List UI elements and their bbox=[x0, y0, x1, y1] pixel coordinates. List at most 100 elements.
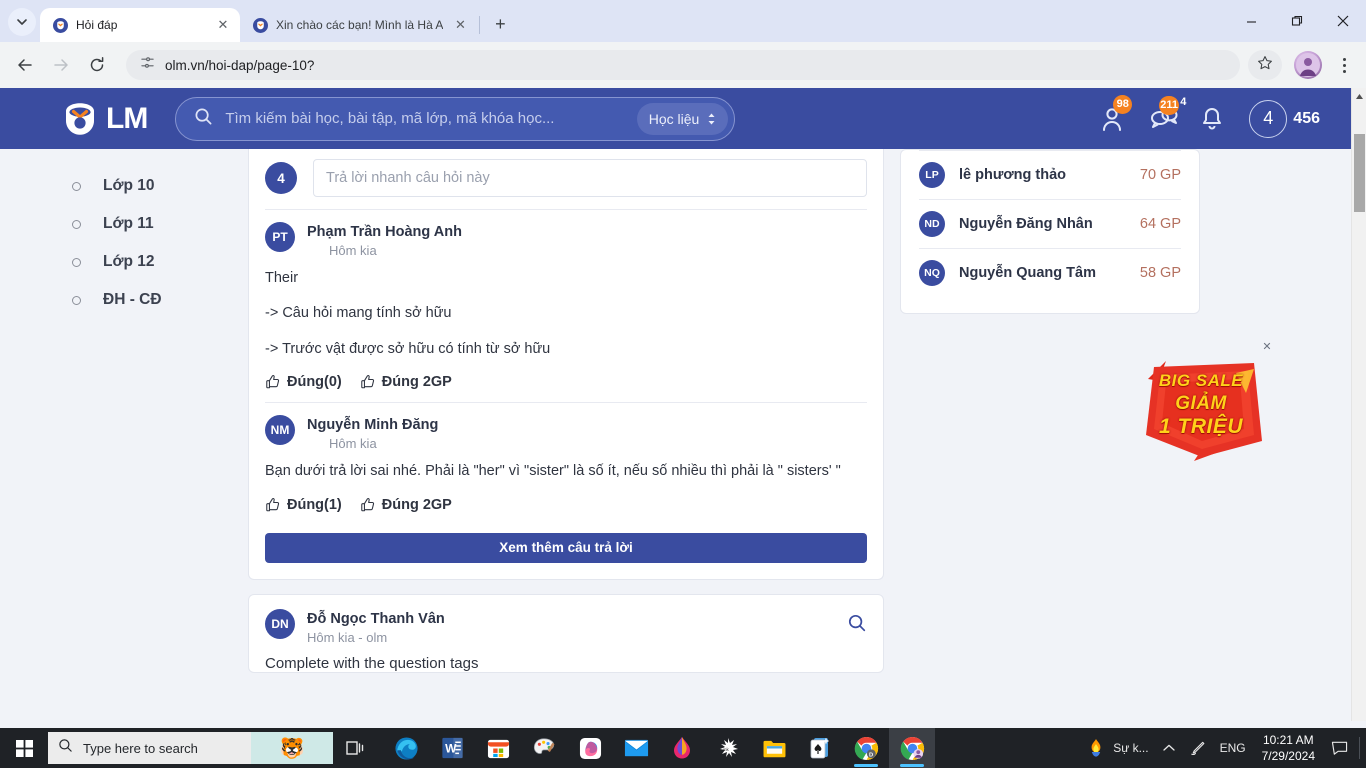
sidebar-item-label: Lớp 11 bbox=[103, 215, 154, 232]
answer-timestamp: Hôm kia bbox=[329, 243, 377, 258]
page-scrollbar[interactable] bbox=[1351, 88, 1366, 721]
profile-avatar[interactable] bbox=[1294, 51, 1322, 79]
avatar: LP bbox=[919, 162, 945, 188]
answer-actions: Đúng(1) Đúng 2GP bbox=[265, 483, 867, 519]
forward-icon[interactable] bbox=[44, 48, 78, 82]
answer-line: -> Câu hỏi mang tính sở hữu bbox=[265, 305, 452, 322]
site-settings-icon[interactable] bbox=[140, 55, 155, 75]
advertisement-banner[interactable]: ✕ BIG SALE GIẢM 1 TRIỆU bbox=[1136, 341, 1272, 464]
close-window-button[interactable] bbox=[1320, 0, 1366, 42]
ranking-row[interactable]: ND Nguyễn Đăng Nhân 64 GP bbox=[901, 200, 1199, 248]
taskbar-file-explorer-icon[interactable] bbox=[751, 728, 797, 768]
task-view-button[interactable] bbox=[333, 728, 379, 768]
minimize-button[interactable] bbox=[1228, 0, 1274, 42]
friends-button[interactable]: 98 bbox=[1101, 94, 1133, 133]
quick-answer-input[interactable]: Trả lời nhanh câu hỏi này bbox=[313, 159, 867, 197]
notification-icon bbox=[1331, 741, 1348, 755]
windows-taskbar: Type here to search 🐯 W ink D Sự k... EN… bbox=[0, 728, 1366, 768]
sidebar-item-lop-11[interactable]: Lớp 11 bbox=[0, 205, 248, 243]
ranking-name: lê phương thảo bbox=[959, 167, 1066, 183]
tab-search-button[interactable] bbox=[8, 8, 36, 36]
avatar[interactable]: DN bbox=[265, 608, 295, 639]
tab-title: Xin chào các bạn! Mình là Hà A bbox=[276, 18, 444, 32]
back-icon[interactable] bbox=[8, 48, 42, 82]
ad-line-3: 1 TRIỆU bbox=[1158, 415, 1243, 438]
search-input[interactable]: Tìm kiếm bài học, bài tập, mã lớp, mã kh… bbox=[225, 110, 624, 127]
clock-time: 10:21 AM bbox=[1262, 732, 1314, 747]
browser-tab-active[interactable]: Hỏi đáp ✕ bbox=[40, 8, 240, 42]
taskbar-microsoft-store-icon[interactable] bbox=[475, 728, 521, 768]
answer-author[interactable]: Phạm Trần Hoàng Anh bbox=[307, 224, 462, 240]
action-center-button[interactable] bbox=[1324, 728, 1355, 768]
address-bar[interactable]: olm.vn/hoi-dap/page-10? bbox=[126, 50, 1240, 80]
ranking-row[interactable]: LP lê phương thảo 70 GP bbox=[901, 151, 1199, 199]
vote-correct-button[interactable]: Đúng(1) bbox=[265, 497, 342, 513]
notifications-button[interactable] bbox=[1201, 106, 1223, 132]
olm-logo[interactable]: LM bbox=[60, 99, 148, 139]
clock[interactable]: 10:21 AM 7/29/2024 bbox=[1253, 728, 1324, 768]
close-icon[interactable]: ✕ bbox=[214, 16, 232, 34]
taskbar-photos-icon[interactable] bbox=[659, 728, 705, 768]
sidebar-item-lop-10[interactable]: Lớp 10 bbox=[0, 167, 248, 205]
question-search-button[interactable] bbox=[847, 613, 867, 638]
browser-tab-strip: Hỏi đáp ✕ Xin chào các bạn! Mình là Hà A… bbox=[0, 0, 1366, 42]
start-button[interactable] bbox=[0, 728, 48, 768]
close-icon[interactable]: ✕ bbox=[451, 16, 469, 34]
pen-tray-icon[interactable] bbox=[1182, 728, 1213, 768]
avatar[interactable]: PT bbox=[265, 222, 295, 252]
messages-badge: 211 bbox=[1159, 95, 1180, 115]
points-display[interactable]: 4 456 bbox=[1249, 99, 1320, 138]
question-title[interactable]: Complete with the question tags bbox=[249, 645, 883, 672]
weather-widget[interactable]: Sự k... bbox=[1080, 728, 1155, 768]
show-hidden-icons-button[interactable] bbox=[1156, 728, 1182, 768]
browser-toolbar: olm.vn/hoi-dap/page-10? bbox=[0, 42, 1366, 88]
browser-menu-icon[interactable] bbox=[1330, 50, 1358, 80]
browser-tab-inactive[interactable]: Xin chào các bạn! Mình là Hà A ✕ bbox=[240, 8, 477, 42]
search-icon bbox=[848, 614, 866, 632]
messages-badge-overflow: 4 bbox=[1180, 95, 1187, 108]
answer-author[interactable]: Nguyễn Minh Đăng bbox=[307, 417, 438, 433]
sidebar-item-lop-12[interactable]: Lớp 12 bbox=[0, 243, 248, 281]
search-icon bbox=[58, 738, 73, 758]
taskbar-edge-icon[interactable] bbox=[383, 728, 429, 768]
taskbar-paint-icon[interactable] bbox=[521, 728, 567, 768]
taskbar-mail-icon[interactable] bbox=[613, 728, 659, 768]
scrollbar-thumb[interactable] bbox=[1354, 134, 1365, 212]
thumbs-up-icon bbox=[266, 497, 280, 512]
olm-logo-icon bbox=[252, 17, 268, 33]
taskbar-chrome-active-icon[interactable] bbox=[889, 728, 935, 768]
taskbar-splash-icon[interactable]: ink bbox=[705, 728, 751, 768]
scroll-up-arrow-icon[interactable] bbox=[1352, 88, 1366, 105]
taskbar-chrome-icon[interactable]: D bbox=[843, 728, 889, 768]
ranking-row[interactable]: NQ Nguyễn Quang Tâm 58 GP bbox=[901, 249, 1199, 297]
vote-correct-button[interactable]: Đúng(0) bbox=[265, 374, 342, 390]
new-tab-button[interactable]: + bbox=[486, 10, 514, 38]
taskbar-word-icon[interactable]: W bbox=[429, 728, 475, 768]
question-author[interactable]: Đỗ Ngọc Thanh Vân bbox=[307, 611, 445, 627]
taskbar-search-input[interactable]: Type here to search bbox=[83, 741, 198, 756]
avatar[interactable]: NM bbox=[265, 415, 295, 446]
search-scope-select[interactable]: Học liệu bbox=[636, 102, 729, 135]
maximize-button[interactable] bbox=[1274, 0, 1320, 42]
language-indicator[interactable]: ENG bbox=[1213, 728, 1253, 768]
search-bar[interactable]: Tìm kiếm bài học, bài tập, mã lớp, mã kh… bbox=[175, 96, 736, 141]
award-gp-button[interactable]: Đúng 2GP bbox=[360, 374, 452, 390]
window-controls bbox=[1228, 0, 1366, 42]
show-more-answers-button[interactable]: Xem thêm câu trả lời bbox=[265, 532, 867, 563]
vote-correct-label: Đúng(0) bbox=[287, 374, 342, 391]
bookmark-button[interactable] bbox=[1248, 50, 1282, 80]
sidebar-item-dh-cd[interactable]: ĐH - CĐ bbox=[0, 281, 248, 319]
messages-button[interactable]: 211 4 bbox=[1149, 95, 1186, 132]
chevron-updown-icon bbox=[708, 113, 715, 124]
taskbar-paint3d-icon[interactable] bbox=[567, 728, 613, 768]
clock-date: 7/29/2024 bbox=[1261, 749, 1315, 763]
system-tray: Sự k... ENG 10:21 AM 7/29/2024 bbox=[1080, 728, 1366, 768]
award-gp-button[interactable]: Đúng 2GP bbox=[360, 497, 452, 513]
taskbar-search-box[interactable]: Type here to search 🐯 bbox=[48, 732, 333, 764]
flame-icon bbox=[1091, 739, 1101, 757]
reload-icon[interactable] bbox=[80, 48, 114, 82]
olm-logo-icon bbox=[52, 17, 68, 33]
main-content: 4 Trả lời nhanh câu hỏi này PT Phạm Trần… bbox=[248, 149, 900, 721]
taskbar-solitaire-icon[interactable] bbox=[797, 728, 843, 768]
show-desktop-button[interactable] bbox=[1359, 737, 1360, 759]
